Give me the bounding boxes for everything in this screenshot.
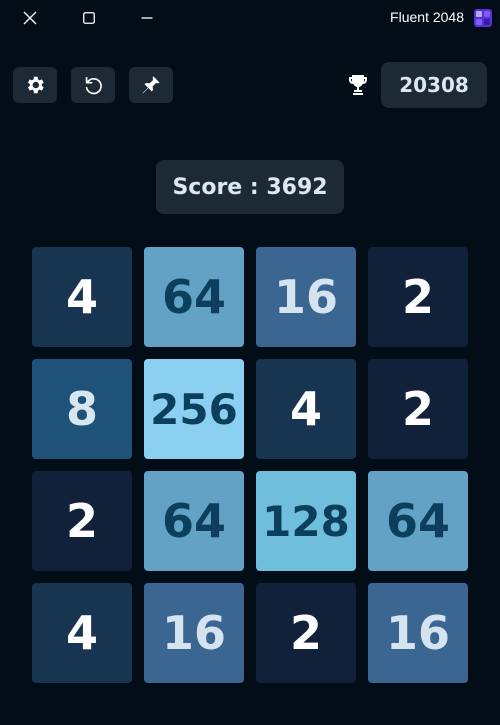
tile: 64 <box>144 247 244 347</box>
minimize-button[interactable] <box>127 0 167 36</box>
tile: 2 <box>256 583 356 683</box>
gear-icon <box>27 76 44 94</box>
tile: 256 <box>144 359 244 459</box>
close-icon <box>23 11 37 25</box>
game-board[interactable]: 4 64 16 2 8 256 4 2 2 64 128 64 4 16 2 1… <box>32 247 468 683</box>
tile: 2 <box>368 247 468 347</box>
maximize-icon <box>83 12 95 24</box>
tile: 4 <box>32 247 132 347</box>
trophy-icon <box>346 72 370 98</box>
title-bar: Fluent 2048 <box>0 0 500 38</box>
tile: 16 <box>256 247 356 347</box>
tile: 64 <box>144 471 244 571</box>
pin-button[interactable] <box>129 67 173 103</box>
undo-icon <box>85 76 102 95</box>
app-logo-icon <box>474 9 492 27</box>
tile: 16 <box>144 583 244 683</box>
current-score: Score : 3692 <box>156 160 344 214</box>
close-button[interactable] <box>10 0 50 36</box>
tile: 2 <box>368 359 468 459</box>
pin-icon <box>142 76 160 94</box>
tile: 4 <box>32 583 132 683</box>
app-window: Fluent 2048 20308 Score: 3692 4 64 16 2… <box>0 0 500 725</box>
tile: 64 <box>368 471 468 571</box>
tile: 128 <box>256 471 356 571</box>
tile: 2 <box>32 471 132 571</box>
maximize-button[interactable] <box>69 0 109 36</box>
best-score: 20308 <box>381 62 487 108</box>
app-title: Fluent 2048 <box>390 9 464 25</box>
settings-button[interactable] <box>13 67 57 103</box>
tile: 16 <box>368 583 468 683</box>
tile: 8 <box>32 359 132 459</box>
undo-button[interactable] <box>71 67 115 103</box>
tile: 4 <box>256 359 356 459</box>
minimize-icon <box>141 17 153 19</box>
